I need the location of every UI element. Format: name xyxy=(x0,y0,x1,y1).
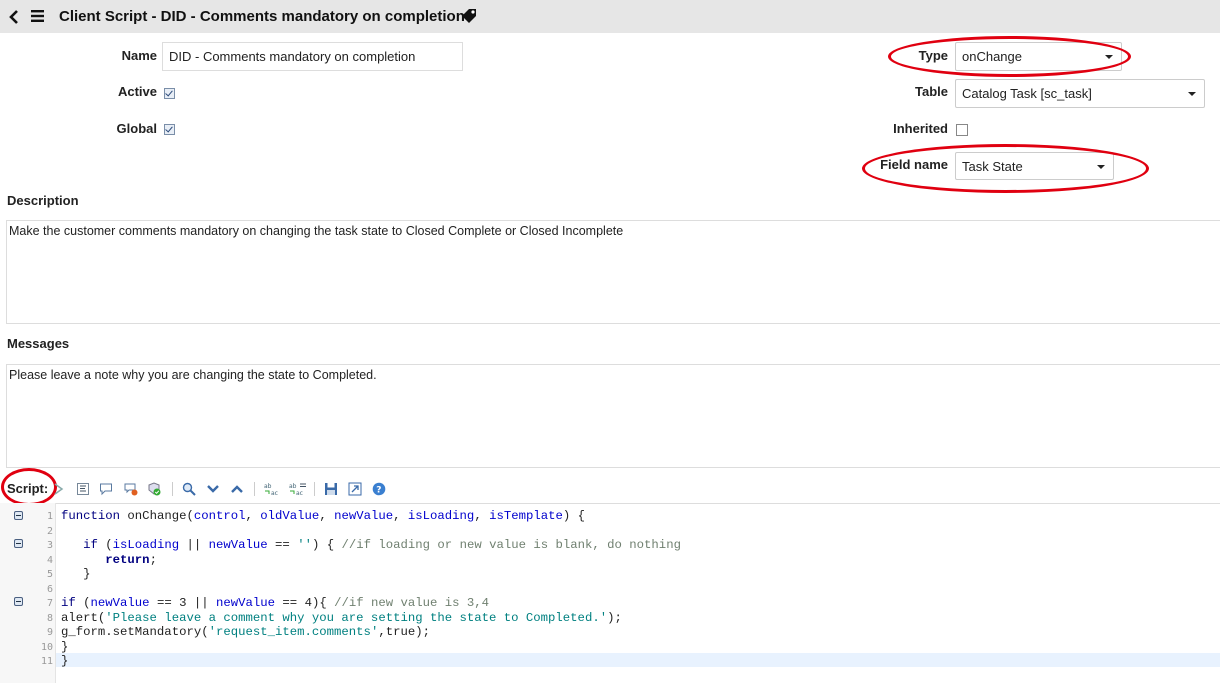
line-number: 10 xyxy=(40,641,53,653)
save-icon[interactable] xyxy=(324,482,338,496)
check-syntax-icon[interactable] xyxy=(147,482,161,496)
line-number: 8 xyxy=(46,612,53,624)
active-label: Active xyxy=(117,84,157,99)
code-line[interactable]: function onChange(control, oldValue, new… xyxy=(61,509,585,523)
table-label: Table xyxy=(915,84,948,99)
line-number: 1 xyxy=(46,511,53,522)
script-label: Script: xyxy=(7,481,49,496)
toolbar-divider xyxy=(172,482,173,496)
page-title: Client Script - DID - Comments mandatory… xyxy=(59,8,465,25)
line-number: 7 xyxy=(46,598,53,609)
code-line[interactable]: } xyxy=(61,654,68,668)
highlight-ring-type xyxy=(888,36,1131,77)
name-field[interactable]: DID - Comments mandatory on completion xyxy=(162,42,463,71)
line-number: 9 xyxy=(46,627,53,638)
fullscreen-icon[interactable] xyxy=(348,482,362,496)
hamburger-menu-icon[interactable] xyxy=(31,10,44,22)
toggle-comment-icon[interactable] xyxy=(52,482,66,496)
table-select[interactable]: Catalog Task [sc_task] xyxy=(955,79,1205,108)
toolbar-divider xyxy=(314,482,315,496)
replace-icon[interactable]: abac xyxy=(264,482,282,496)
search-icon[interactable] xyxy=(182,482,196,496)
global-label: Global xyxy=(116,121,157,136)
code-line[interactable]: alert('Please leave a comment why you ar… xyxy=(61,611,622,625)
line-number: 4 xyxy=(46,554,53,566)
svg-text:ac: ac xyxy=(296,490,303,496)
remove-comment-icon[interactable] xyxy=(124,482,138,496)
table-select-value: Catalog Task [sc_task] xyxy=(962,86,1092,101)
format-code-icon[interactable] xyxy=(76,482,90,496)
svg-text:ab: ab xyxy=(289,483,297,490)
chevron-down-icon xyxy=(1188,92,1196,96)
line-number: 3 xyxy=(46,540,53,551)
inherited-checkbox[interactable] xyxy=(956,124,968,136)
messages-label: Messages xyxy=(7,336,70,351)
inherited-label: Inherited xyxy=(893,121,948,136)
find-next-icon[interactable] xyxy=(206,482,220,496)
tag-icon[interactable] xyxy=(462,8,478,24)
line-number: 5 xyxy=(46,569,53,580)
toolbar-divider xyxy=(254,482,255,496)
code-line[interactable]: if (isLoading || newValue == '') { //if … xyxy=(61,538,681,552)
code-line[interactable]: } xyxy=(61,640,68,654)
code-line[interactable]: } xyxy=(61,567,90,581)
replace-all-icon[interactable]: abac xyxy=(289,482,307,496)
form-header: Client Script - DID - Comments mandatory… xyxy=(0,0,1220,33)
global-checkbox[interactable] xyxy=(164,124,175,135)
active-checkbox[interactable] xyxy=(164,88,175,99)
active-line-highlight xyxy=(56,653,1220,667)
code-line[interactable]: if (newValue == 3 || newValue == 4){ //i… xyxy=(61,596,489,610)
description-label: Description xyxy=(7,193,79,208)
line-number: 6 xyxy=(46,583,53,595)
find-previous-icon[interactable] xyxy=(230,482,244,496)
messages-textarea[interactable]: Please leave a note why you are changing… xyxy=(6,364,1220,468)
line-number: 11 xyxy=(40,656,53,667)
line-number: 2 xyxy=(46,525,53,537)
comment-icon[interactable] xyxy=(99,482,113,496)
chevron-left-icon[interactable] xyxy=(9,10,19,24)
help-icon[interactable]: ? xyxy=(372,482,386,496)
code-line[interactable]: return; xyxy=(61,553,157,567)
svg-text:ab: ab xyxy=(264,483,272,490)
svg-text:ac: ac xyxy=(271,490,278,496)
highlight-ring-field-name xyxy=(862,144,1149,193)
svg-text:?: ? xyxy=(376,486,381,496)
name-label: Name xyxy=(121,48,157,63)
code-line[interactable]: g_form.setMandatory('request_item.commen… xyxy=(61,625,430,639)
description-textarea[interactable]: Make the customer comments mandatory on … xyxy=(6,220,1220,324)
